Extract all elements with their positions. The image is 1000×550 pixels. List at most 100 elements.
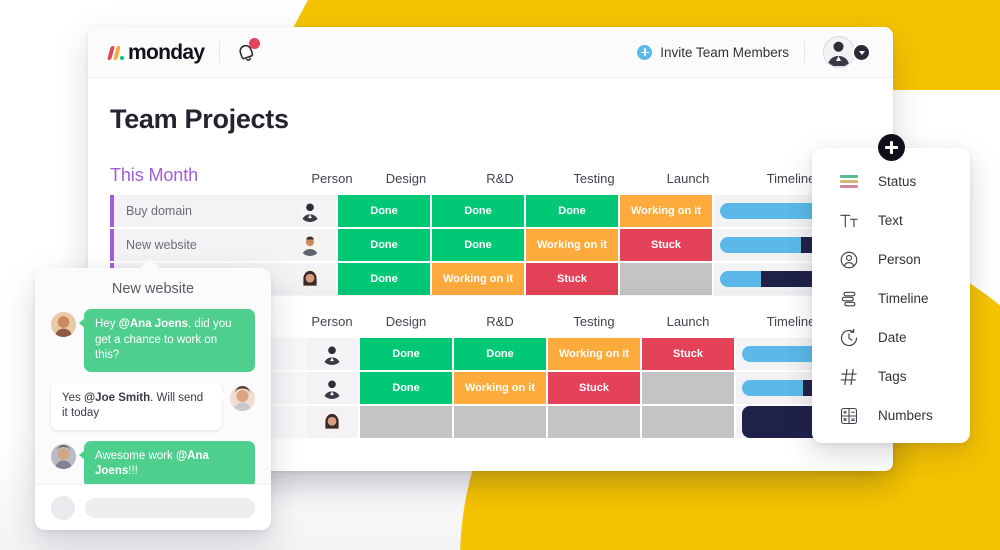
timeline-cell[interactable] [714, 263, 824, 295]
menu-item-tags[interactable]: Tags [812, 357, 970, 396]
menu-item-date[interactable]: Date [812, 318, 970, 357]
group-name[interactable]: This Month [110, 165, 306, 186]
person-cell[interactable] [306, 338, 358, 370]
add-column-menu: Status Text Person Timeline Date Tags Nu… [812, 134, 970, 443]
person-icon [839, 250, 859, 270]
topbar-divider-2 [804, 41, 805, 63]
menu-item-label: Date [878, 330, 907, 345]
monday-logo[interactable]: monday [107, 40, 205, 64]
column-header-launch[interactable]: Launch [642, 171, 734, 186]
column-header-design[interactable]: Design [360, 171, 452, 186]
person-cell[interactable] [306, 372, 358, 404]
status-cell-launch[interactable] [620, 263, 712, 295]
chat-avatar [51, 312, 76, 337]
table-row[interactable]: New website Done Done Working on it Stuc… [88, 229, 893, 261]
user-menu[interactable] [823, 36, 871, 68]
column-header-testing[interactable]: Testing [548, 171, 640, 186]
avatar [823, 36, 855, 68]
status-cell-testing[interactable]: Working on it [526, 229, 618, 261]
status-cell-testing[interactable]: Stuck [526, 263, 618, 295]
table-row[interactable]: Buy domain Done Done Done Working on it [88, 195, 893, 227]
status-cell-testing[interactable]: Working on it [548, 338, 640, 370]
status-cell-design[interactable]: Done [338, 229, 430, 261]
status-cell-design[interactable] [360, 406, 452, 438]
numbers-icon [839, 406, 859, 426]
chat-avatar [51, 443, 76, 469]
invite-label: Invite Team Members [660, 44, 789, 60]
menu-item-numbers[interactable]: Numbers [812, 396, 970, 435]
person-avatar [321, 377, 343, 399]
status-cell-design[interactable]: Done [338, 195, 430, 227]
status-cell-testing[interactable]: Done [526, 195, 618, 227]
menu-item-label: Numbers [878, 408, 933, 423]
logo-wordmark: monday [128, 40, 205, 64]
person-avatar [321, 343, 343, 365]
row-title-cell[interactable]: Buy domain [110, 195, 284, 227]
chat-mention: @Joe Smith [83, 391, 151, 404]
chat-mention: @Ana Joens [118, 318, 189, 330]
status-cell-testing[interactable] [548, 406, 640, 438]
status-cell-launch[interactable]: Stuck [642, 338, 734, 370]
chat-input[interactable] [85, 497, 255, 518]
timeline-bar [720, 271, 818, 287]
column-header-testing-2[interactable]: Testing [548, 314, 640, 329]
status-cell-launch[interactable]: Stuck [620, 229, 712, 261]
status-cell-rd[interactable]: Done [432, 195, 524, 227]
clock-icon [839, 328, 859, 348]
chat-text-prefix: Yes [62, 391, 84, 404]
add-column-button[interactable] [878, 134, 905, 161]
chat-message: Hey @Ana Joens, did you get a chance to … [35, 309, 271, 383]
timeline-cell[interactable] [714, 195, 824, 227]
column-header-rd-2[interactable]: R&D [454, 314, 546, 329]
status-cell-testing[interactable]: Stuck [548, 372, 640, 404]
chat-avatar [230, 385, 255, 411]
status-cell-rd[interactable]: Working on it [432, 263, 524, 295]
menu-item-label: Person [878, 252, 921, 267]
menu-item-timeline[interactable]: Timeline [812, 279, 970, 318]
column-header-rd[interactable]: R&D [454, 171, 546, 186]
column-header-person[interactable]: Person [306, 171, 358, 186]
person-avatar [299, 234, 321, 256]
page-title: Team Projects [110, 104, 289, 134]
text-icon [839, 211, 859, 231]
chevron-down-icon[interactable] [852, 43, 871, 62]
chat-bubble: Awesome work @Ana Joens!!! [79, 440, 255, 488]
column-header-launch-2[interactable]: Launch [642, 314, 734, 329]
status-icon [839, 172, 859, 192]
menu-item-person[interactable]: Person [812, 240, 970, 279]
status-cell-rd[interactable]: Done [432, 229, 524, 261]
person-cell[interactable] [284, 229, 336, 261]
person-cell[interactable] [284, 263, 336, 295]
row-title-cell[interactable]: New website [110, 229, 284, 261]
status-cell-rd[interactable]: Working on it [454, 372, 546, 404]
column-header-person-2[interactable]: Person [306, 314, 358, 329]
hash-icon [839, 367, 859, 387]
status-cell-rd[interactable]: Done [454, 338, 546, 370]
notification-badge [249, 38, 261, 49]
board-content: Team Projects This Month Person Design R… [88, 78, 893, 295]
status-cell-launch[interactable] [642, 372, 734, 404]
bell-icon[interactable] [235, 38, 261, 63]
status-cell-design[interactable]: Done [338, 263, 430, 295]
menu-item-status[interactable]: Status [812, 162, 970, 201]
status-cell-design[interactable]: Done [360, 338, 452, 370]
person-avatar [299, 268, 321, 290]
person-cell[interactable] [306, 406, 358, 438]
group-header-row: This Month Person Design R&D Testing Lau… [88, 165, 893, 195]
status-cell-rd[interactable] [454, 406, 546, 438]
menu-item-text[interactable]: Text [812, 201, 970, 240]
status-cell-launch[interactable]: Working on it [620, 195, 712, 227]
chat-text-prefix: Awesome work [95, 449, 176, 462]
column-header-design-2[interactable]: Design [360, 314, 452, 329]
topbar-divider [219, 41, 221, 63]
chat-text-prefix: Hey [95, 318, 119, 330]
timeline-cell[interactable] [714, 229, 824, 261]
chat-compose-bar [35, 484, 271, 530]
menu-item-label: Text [878, 213, 903, 228]
invite-team-members-button[interactable]: Invite Team Members [637, 44, 789, 60]
person-avatar [321, 411, 343, 433]
person-cell[interactable] [284, 195, 336, 227]
popover-title: New website [111, 281, 195, 297]
status-cell-design[interactable]: Done [360, 372, 452, 404]
status-cell-launch[interactable] [642, 406, 734, 438]
